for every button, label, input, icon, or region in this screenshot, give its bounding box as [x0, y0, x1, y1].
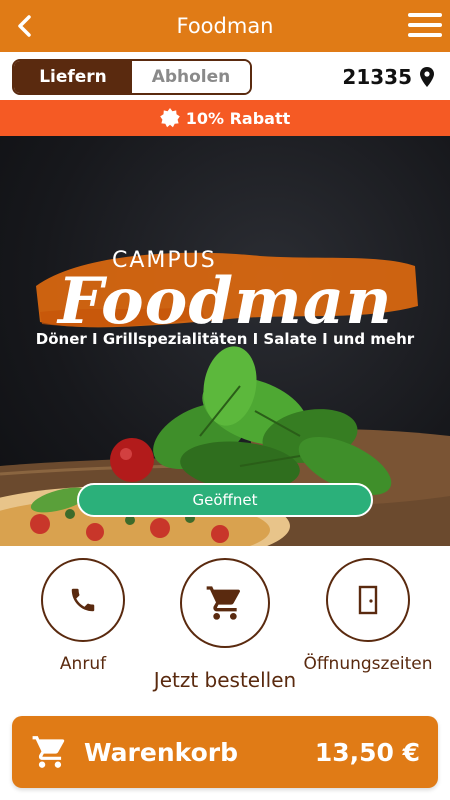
zip-code: 21335 [342, 65, 412, 89]
restaurant-hero: CAMPUS Foodman Döner I Grillspezialitäte… [0, 136, 450, 546]
phone-icon [71, 588, 95, 612]
top-app-bar: Foodman [0, 0, 450, 52]
map-pin-icon [420, 67, 434, 87]
menu-button[interactable] [408, 13, 442, 39]
zip-location-button[interactable]: 21335 [342, 65, 434, 89]
pickup-option[interactable]: Abholen [132, 61, 250, 93]
app: Foodman Liefern Abholen 21335 10% Rabatt [0, 0, 450, 800]
brand-subtitle: Döner I Grillspezialitäten I Salate I un… [35, 330, 415, 348]
call-action[interactable]: Anruf [40, 558, 126, 674]
cart-total: 13,50 € [314, 737, 420, 767]
back-button[interactable] [10, 11, 40, 41]
delivery-option[interactable]: Liefern [14, 61, 132, 93]
order-now-action[interactable]: Jetzt bestellen [154, 558, 296, 692]
badge-icon [159, 108, 180, 128]
opening-hours-label: Öffnungszeiten [303, 654, 433, 674]
cart-button[interactable]: Warenkorb 13,50 € [12, 716, 438, 788]
order-now-label: Jetzt bestellen [153, 668, 297, 692]
shopping-cart-icon [206, 586, 240, 620]
opening-hours-button[interactable] [326, 558, 410, 642]
delivery-mode-toggle: Liefern Abholen [12, 59, 252, 95]
chevron-left-icon [18, 15, 31, 37]
hamburger-menu-icon [408, 13, 442, 17]
shopping-cart-icon [32, 736, 65, 768]
page-title: Foodman [176, 14, 274, 38]
discount-banner: 10% Rabatt [0, 100, 450, 136]
cart-label: Warenkorb [84, 737, 238, 767]
order-now-button[interactable] [180, 558, 270, 648]
brand-logo-text: Foodman [58, 264, 393, 339]
discount-text: 10% Rabatt [185, 108, 291, 128]
call-button[interactable] [41, 558, 125, 642]
door-icon [358, 585, 378, 615]
order-mode-row: Liefern Abholen 21335 [0, 52, 450, 100]
call-label: Anruf [59, 654, 107, 674]
quick-actions: Anruf Jetzt bestellen Öffnungszeiten [0, 546, 450, 706]
open-status-badge[interactable]: Geöffnet [77, 483, 373, 517]
opening-hours-action[interactable]: Öffnungszeiten [303, 558, 433, 674]
